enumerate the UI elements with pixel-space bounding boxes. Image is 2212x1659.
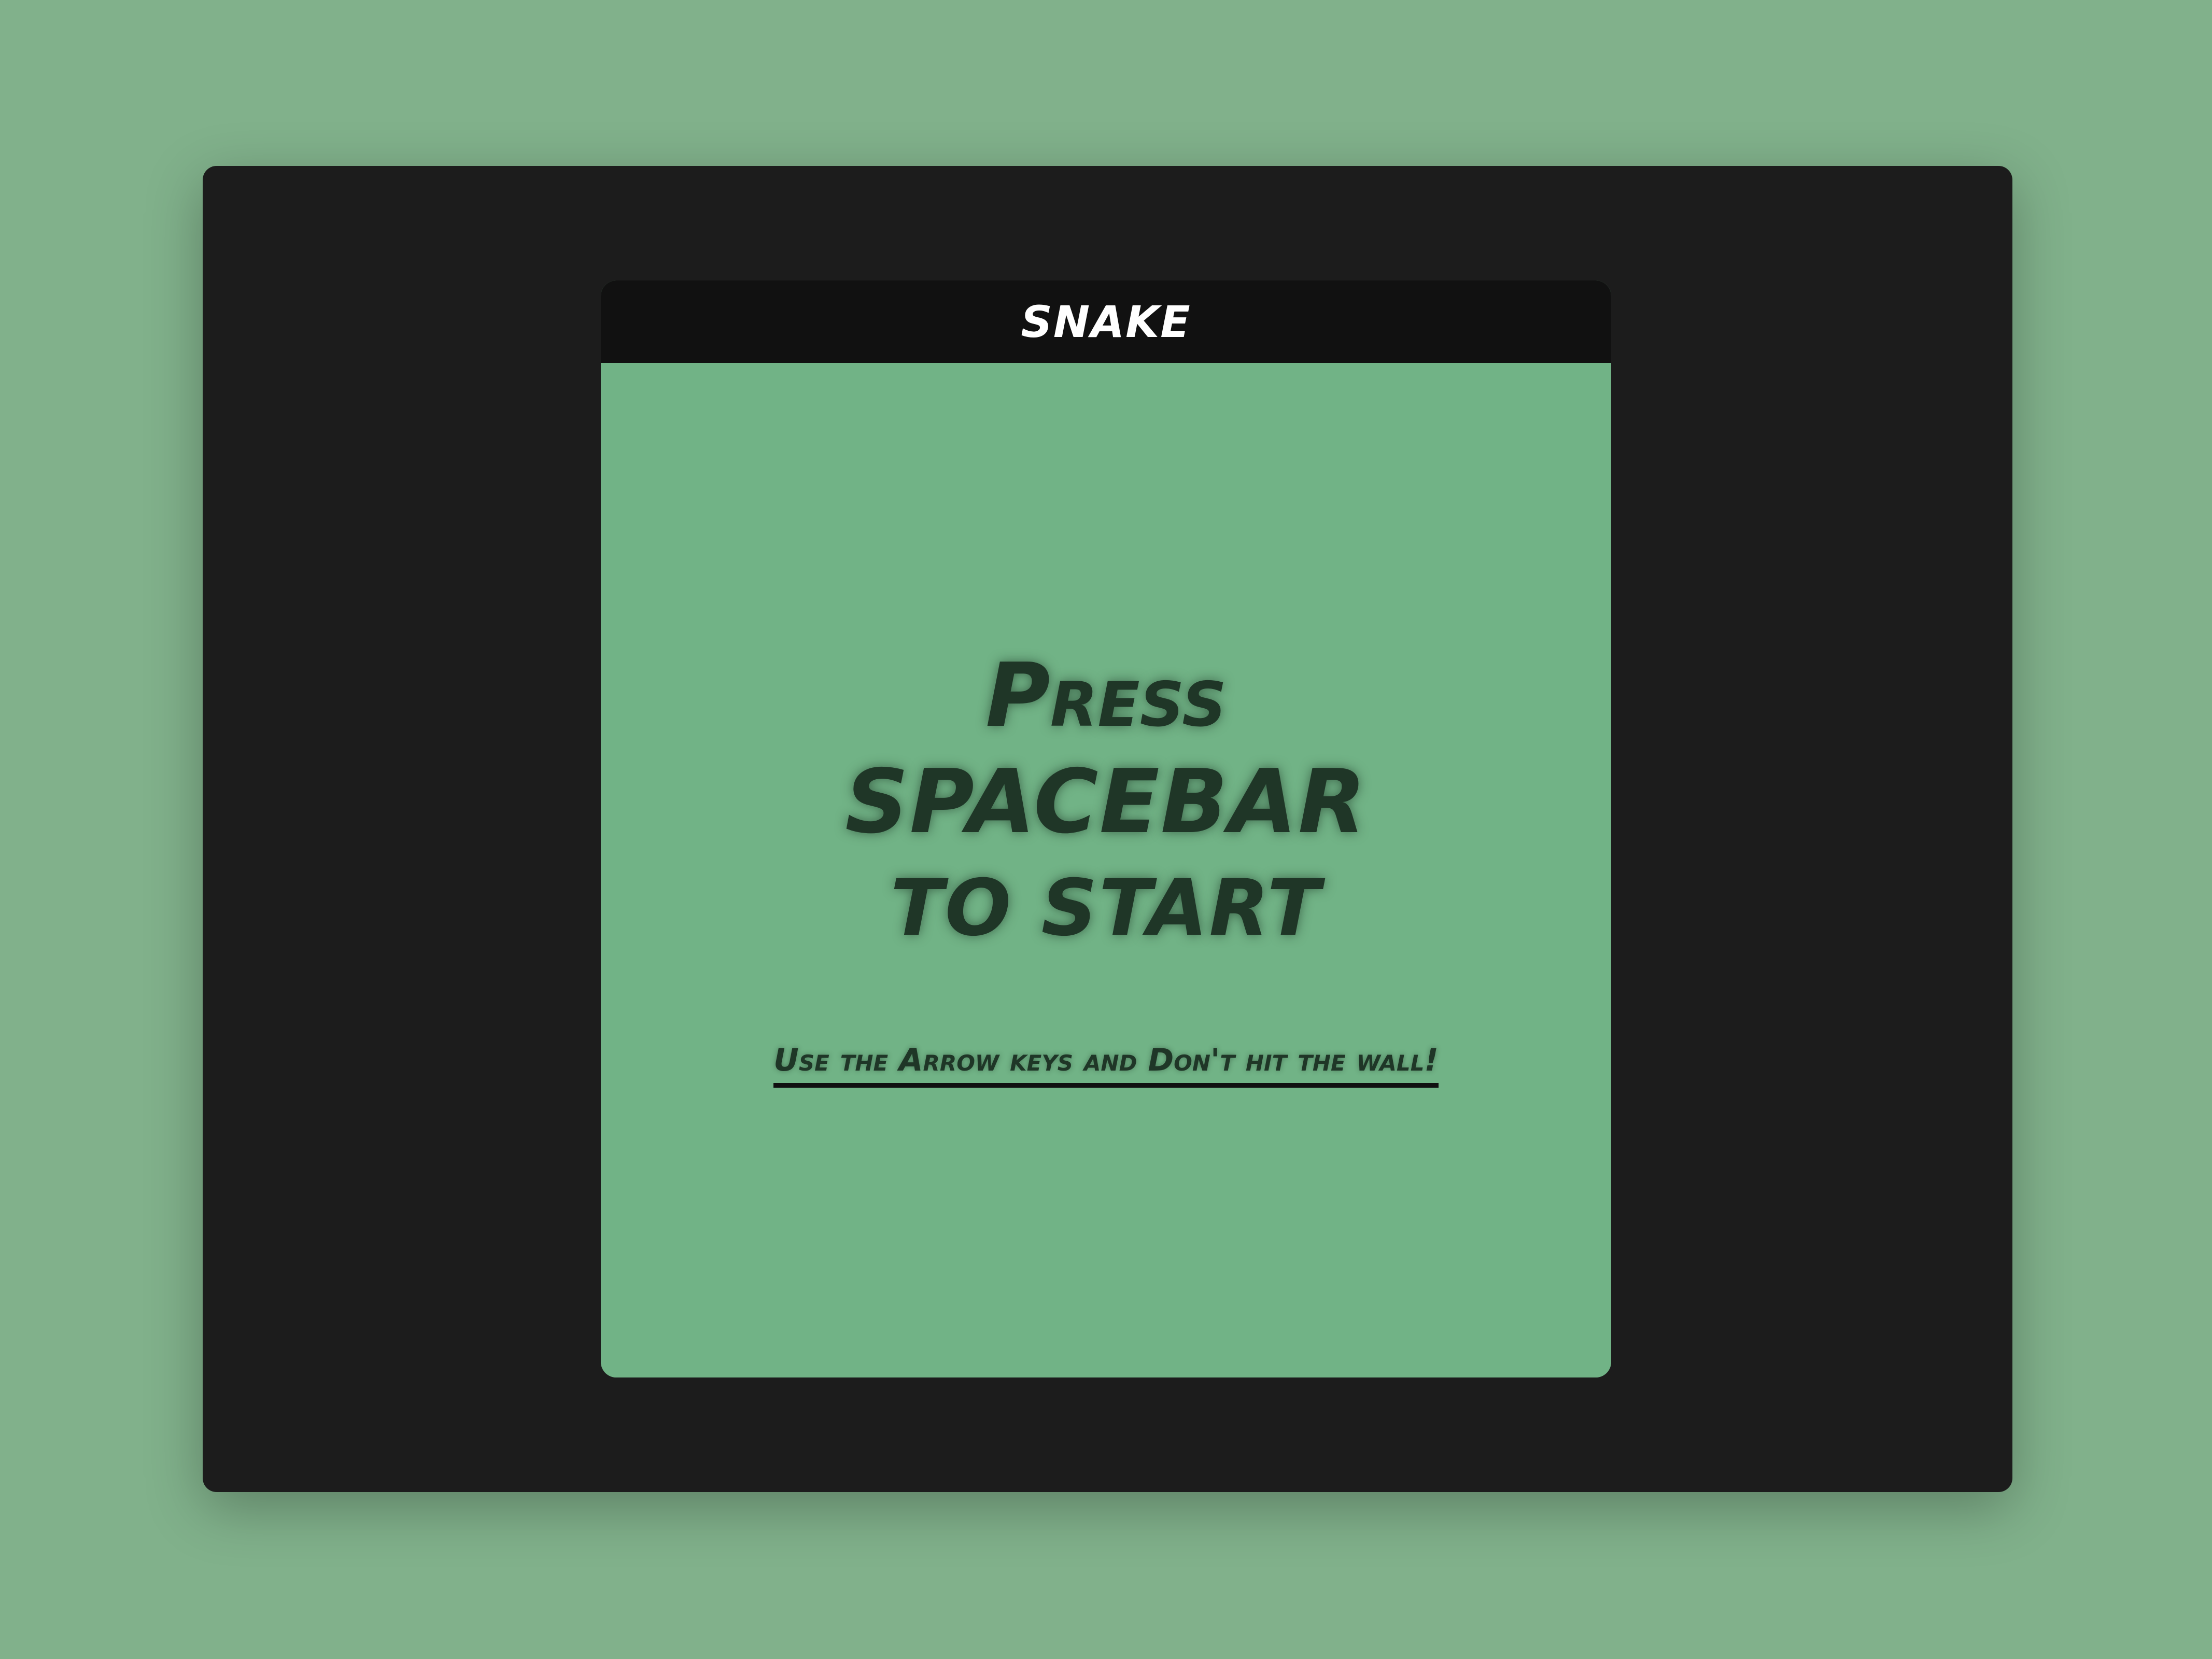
title-bar: SNAKE bbox=[601, 280, 1611, 363]
instructions-container: Use the Arrow keys and Don't hit the wal… bbox=[601, 1038, 1611, 1088]
start-message-line-2: SPACEBAR bbox=[845, 751, 1367, 853]
game-board[interactable]: Press SPACEBAR to start Use the Arrow ke… bbox=[601, 363, 1611, 1377]
game-window: SNAKE Press SPACEBAR to start Use the Ar… bbox=[601, 280, 1611, 1377]
device-frame: SNAKE Press SPACEBAR to start Use the Ar… bbox=[203, 166, 2012, 1492]
start-message: Press SPACEBAR to start bbox=[601, 643, 1611, 962]
game-title: SNAKE bbox=[1021, 296, 1191, 347]
start-message-line-3: to start bbox=[890, 863, 1322, 953]
instructions-text: Use the Arrow keys and Don't hit the wal… bbox=[773, 1038, 1439, 1088]
start-message-line-1: Press bbox=[985, 644, 1227, 747]
